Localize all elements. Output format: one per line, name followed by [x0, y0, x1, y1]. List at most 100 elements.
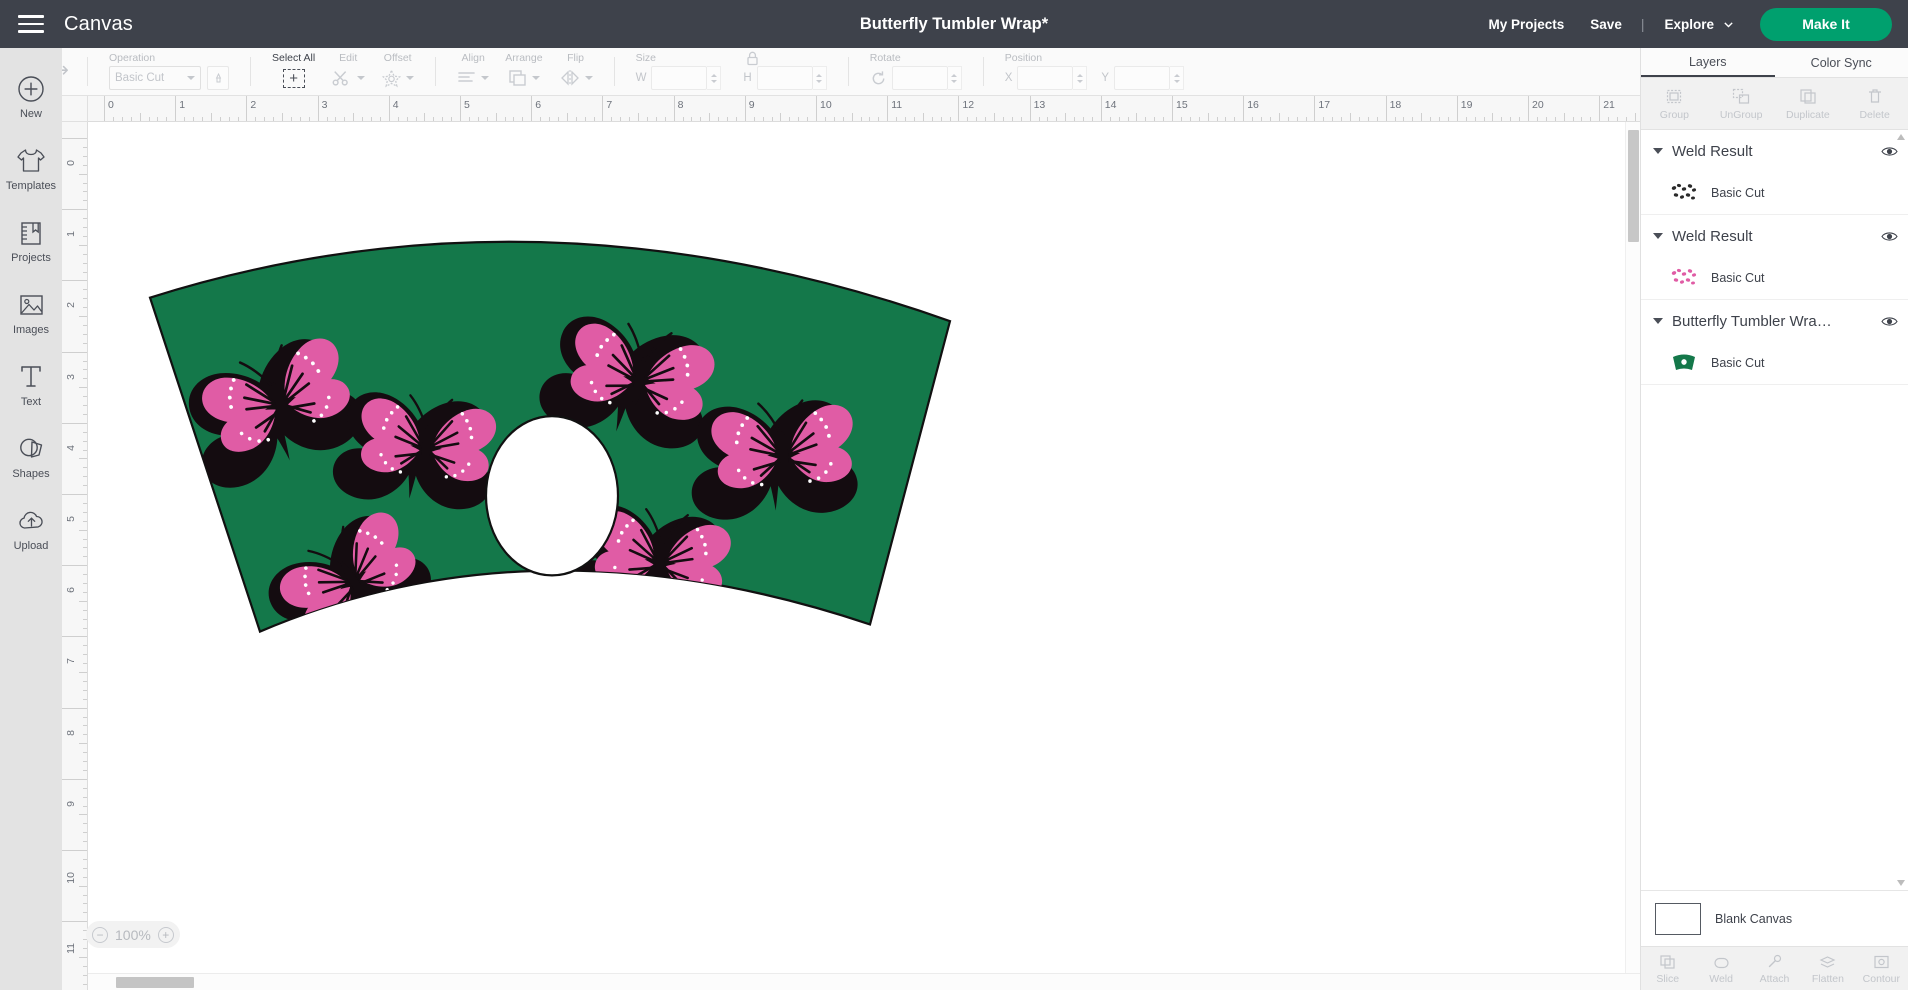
ruler-tick-minor [79, 173, 87, 175]
rotate-stepper[interactable] [947, 66, 962, 90]
layer-header-1[interactable]: Weld Result [1641, 130, 1908, 172]
layer-child-1[interactable]: Basic Cut [1641, 172, 1908, 214]
ruler-tick-minor [869, 117, 871, 121]
ruler-tick-minor [83, 983, 87, 985]
ruler-tick-minor [83, 645, 87, 647]
duplicate-button[interactable]: Duplicate [1775, 78, 1842, 129]
caret-down-icon[interactable] [1653, 318, 1663, 324]
hamburger-menu-icon[interactable] [18, 15, 44, 33]
flatten-button[interactable]: Flatten [1801, 947, 1854, 990]
position-y-stepper[interactable] [1170, 66, 1185, 90]
height-stepper[interactable] [812, 66, 827, 90]
ruler-tick-minor [1625, 117, 1627, 121]
ruler-corner [62, 96, 88, 122]
layer-tools: Group UnGroup Duplicate Delete [1641, 78, 1908, 130]
ruler-tick-minor [79, 316, 87, 317]
wrap-center-hole[interactable] [484, 414, 620, 577]
width-stepper[interactable] [707, 66, 722, 90]
zoom-control[interactable]: − 100% + [86, 921, 180, 948]
layer-header-2[interactable]: Weld Result [1641, 215, 1908, 257]
canvas-vertical-scrollbar[interactable] [1625, 122, 1640, 973]
sidebar-item-upload[interactable]: Upload [0, 492, 62, 564]
weld-button[interactable]: Weld [1694, 947, 1747, 990]
select-all-button[interactable]: + [282, 68, 305, 88]
ruler-tick-minor [79, 458, 87, 460]
layer-child-3[interactable]: Basic Cut [1641, 342, 1908, 384]
height-input[interactable] [756, 66, 813, 90]
canvas-vertical-scroll-thumb[interactable] [1628, 130, 1639, 242]
ruler-tick-minor [83, 502, 87, 504]
artwork-svg[interactable] [88, 122, 1640, 990]
width-input[interactable] [651, 66, 708, 90]
layer-header-3[interactable]: Butterfly Tumbler Wra… [1641, 300, 1908, 342]
visibility-toggle-1[interactable] [1881, 145, 1898, 158]
contour-button[interactable]: Contour [1855, 947, 1908, 990]
edit-label: Edit [339, 52, 358, 64]
delete-button[interactable]: Delete [1841, 78, 1908, 129]
align-button[interactable] [457, 65, 490, 91]
ruler-tick-major [62, 280, 87, 282]
ruler-tick-minor [79, 743, 87, 745]
my-projects-link[interactable]: My Projects [1476, 17, 1578, 32]
edit-menu-button[interactable] [331, 65, 366, 91]
caret-down-icon[interactable] [1653, 233, 1663, 239]
flip-button[interactable] [559, 65, 593, 91]
group-button[interactable]: Group [1641, 78, 1708, 129]
sidebar-item-images[interactable]: Images [0, 276, 62, 348]
layers-scrollbar[interactable] [1897, 134, 1906, 886]
layers-list[interactable]: Weld Result Basic Cut Weld Result Basic … [1641, 130, 1908, 890]
ruler-tick-minor [79, 885, 87, 887]
layer-thumbnail-green-wrap [1669, 350, 1699, 376]
sidebar-item-shapes[interactable]: Shapes [0, 420, 62, 492]
artboard[interactable] [88, 122, 1640, 990]
offset-button[interactable] [381, 65, 415, 91]
sidebar-item-text[interactable]: Text [0, 348, 62, 420]
butterfly-4[interactable] [392, 584, 561, 705]
sidebar-item-new[interactable]: New [0, 60, 62, 132]
aspect-lock-button[interactable] [746, 51, 759, 71]
tab-color-sync[interactable]: Color Sync [1775, 48, 1908, 77]
ruler-tick-minor [940, 117, 942, 121]
ruler-tick-minor [282, 113, 283, 121]
zoom-in-button[interactable]: + [157, 926, 174, 943]
tab-layers[interactable]: Layers [1641, 48, 1775, 77]
ruler-tick-minor [83, 654, 87, 656]
sidebar-item-projects[interactable]: Projects [0, 204, 62, 276]
layer-child-2[interactable]: Basic Cut [1641, 257, 1908, 299]
ruler-label: 5 [65, 516, 77, 522]
arrange-button[interactable] [508, 65, 540, 91]
slice-button[interactable]: Slice [1641, 947, 1694, 990]
ruler-label: 11 [65, 943, 77, 955]
machine-selector[interactable]: Explore [1650, 17, 1744, 32]
canvas-color-swatch[interactable] [1655, 902, 1701, 935]
sidebar-item-templates[interactable]: Templates [0, 132, 62, 204]
visibility-toggle-2[interactable] [1881, 230, 1898, 243]
caret-down-icon[interactable] [1653, 148, 1663, 154]
save-button[interactable]: Save [1577, 17, 1635, 32]
ruler-tick-minor [1350, 113, 1351, 121]
ruler-label: 5 [464, 99, 470, 111]
canvas-horizontal-scrollbar[interactable] [88, 973, 1640, 990]
make-it-button[interactable]: Make It [1760, 7, 1892, 41]
operation-select[interactable]: Basic Cut [109, 66, 201, 90]
ungroup-button[interactable]: UnGroup [1708, 78, 1775, 129]
ruler-tick-minor [79, 387, 87, 389]
layers-scroll-down-arrow[interactable] [1897, 880, 1905, 886]
layers-scroll-up-arrow[interactable] [1897, 134, 1905, 140]
ruler-tick-minor [620, 117, 622, 121]
zoom-out-button[interactable]: − [92, 926, 108, 943]
ruler-tick-minor [1234, 117, 1236, 121]
canvas-color-row[interactable]: Blank Canvas [1641, 890, 1908, 946]
ruler-tick-major [1314, 96, 1316, 121]
operation-info-button[interactable] [207, 66, 229, 90]
visibility-toggle-3[interactable] [1881, 315, 1898, 328]
attach-button[interactable]: Attach [1748, 947, 1801, 990]
canvas-horizontal-scroll-thumb[interactable] [116, 977, 194, 988]
position-x-input[interactable] [1017, 66, 1074, 90]
rotate-input[interactable] [891, 66, 948, 90]
position-x-stepper[interactable] [1073, 66, 1088, 90]
ruler-tick-minor [1536, 117, 1538, 121]
position-y-input[interactable] [1114, 66, 1171, 90]
ruler-tick-minor [83, 289, 87, 291]
selection-group: Select All + Edit Offset [254, 48, 432, 95]
